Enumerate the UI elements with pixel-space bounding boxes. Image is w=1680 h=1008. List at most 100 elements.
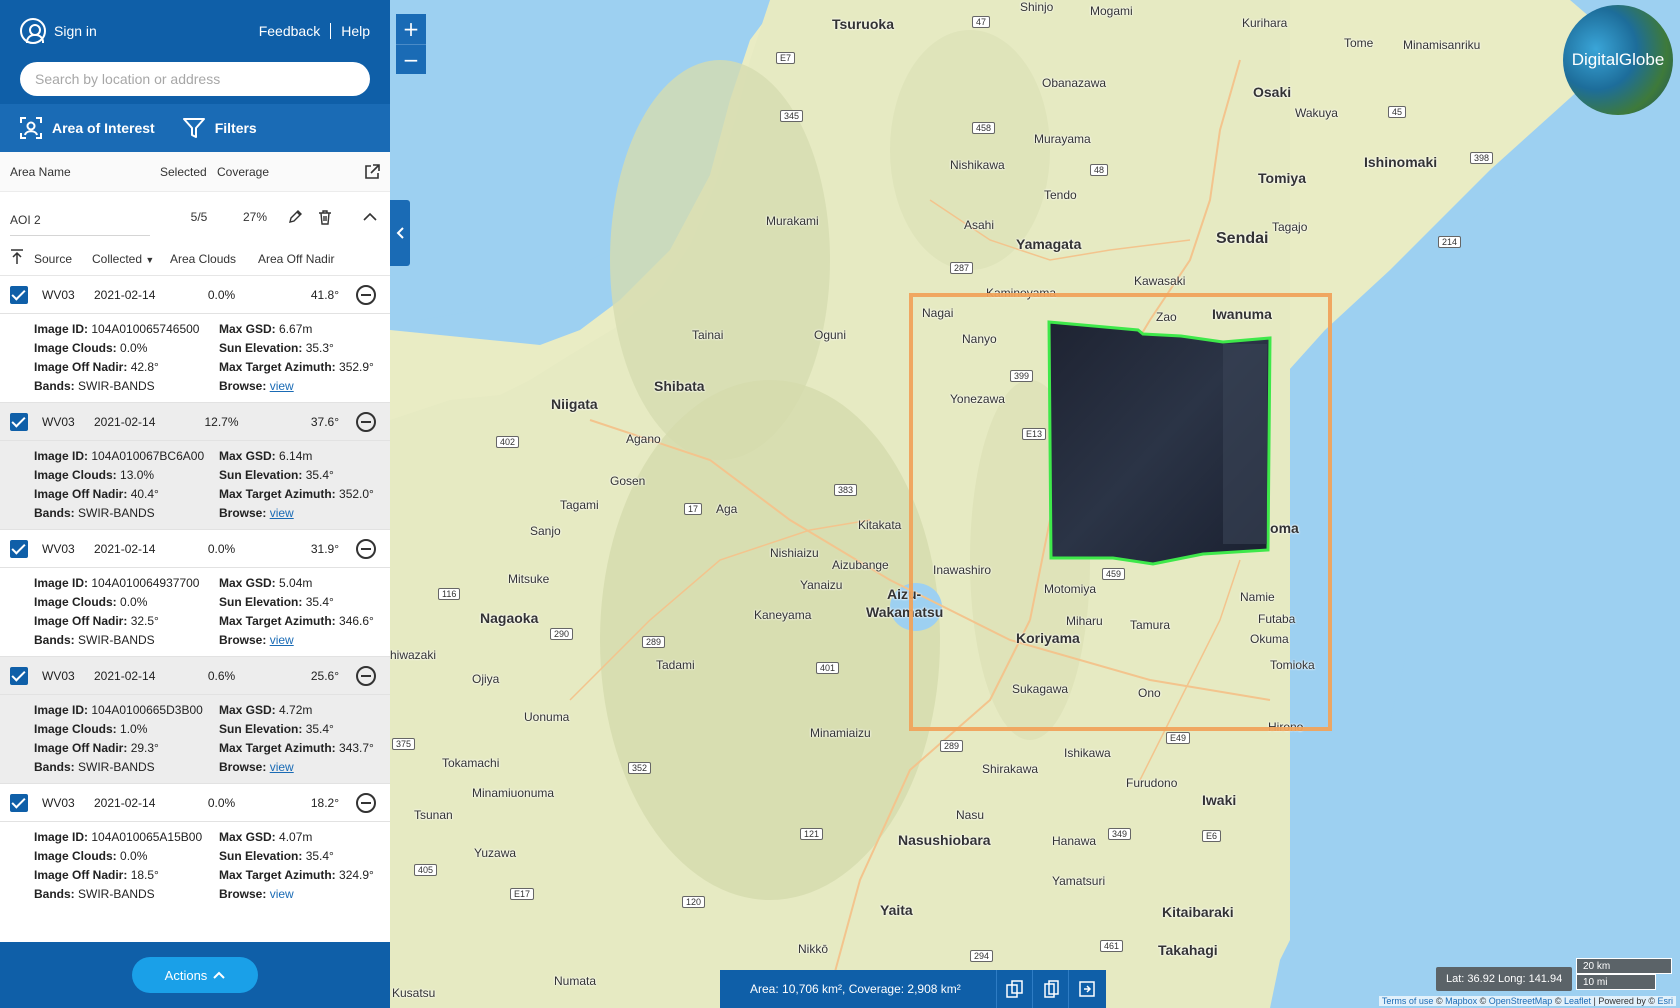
filter-icon [182,118,205,138]
place-label: Nagaoka [480,610,539,626]
trash-icon[interactable] [310,209,340,225]
place-label: Wakuya [1295,106,1338,120]
export-icon[interactable] [1068,970,1104,1008]
chevron-up-icon[interactable] [360,212,380,222]
chevron-up-icon [213,971,226,979]
place-label: Nikkō [798,942,829,956]
place-label: Shinjo [1020,0,1054,14]
terms-link[interactable]: Terms of use [1382,996,1434,1006]
aoi-row[interactable]: AOI 2 5/5 27% [0,192,390,242]
place-label: Ishinomaki [1364,154,1438,170]
off-nadir-header[interactable]: Area Off Nadir [258,252,358,266]
scene-source: WV03 [42,414,75,429]
route-shield: 375 [392,738,416,750]
place-label: Minamiuonuma [472,786,555,800]
detail-label: Sun Elevation: [219,722,303,736]
route-shield: 402 [496,436,520,448]
scene-row[interactable]: WV03 2021-02-14 0.6% 25.6° [0,657,390,695]
route-shield: 405 [414,864,438,876]
area-of-interest-button[interactable]: Area of Interest [20,117,155,139]
detail-label: Bands: [34,760,75,774]
place-label: Ishikawa [1064,746,1111,760]
bands: SWIR-BANDS [78,887,155,898]
scene-checkbox[interactable] [10,539,28,558]
scene-checkbox[interactable] [10,412,28,431]
search-input[interactable] [20,62,370,96]
place-label: Tsuruoka [832,16,894,32]
edit-icon[interactable] [280,209,310,225]
sort-top-icon[interactable] [10,249,34,268]
mapbox-link[interactable]: Mapbox [1445,996,1477,1006]
target-azimuth: 352.0° [339,487,374,501]
feedback-link[interactable]: Feedback [259,23,320,39]
scene-list[interactable]: WV03 2021-02-14 0.0% 41.8° Image ID: 104… [0,276,390,898]
detail-label: Image Clouds: [34,722,117,736]
scene-source: WV03 [42,541,75,556]
coverage-header: Coverage [217,164,270,179]
place-label: Kawasaki [1134,274,1186,288]
osm-link[interactable]: OpenStreetMap [1489,996,1553,1006]
open-external-icon[interactable] [364,163,380,180]
browse-link[interactable]: view [270,633,294,647]
detail-label: Max Target Azimuth: [219,868,336,882]
scene-checkbox[interactable] [10,666,28,685]
browse-link[interactable]: view [270,506,294,520]
esri-link[interactable]: Esri [1658,996,1674,1006]
image-footprint[interactable] [1043,320,1273,566]
remove-icon[interactable] [356,284,376,305]
route-shield: 121 [800,828,824,840]
scene-checkbox[interactable] [10,793,28,812]
bands: SWIR-BANDS [78,506,155,520]
route-shield: E17 [510,888,535,900]
browse-link[interactable]: view [270,379,294,393]
scene-checkbox[interactable] [10,285,28,304]
browse-link[interactable]: view [270,760,294,774]
scene-item: WV03 2021-02-14 0.0% 41.8° Image ID: 104… [0,276,390,403]
detail-label: Browse: [219,506,267,520]
detail-label: Max Target Azimuth: [219,360,336,374]
place-label: Minamisanriku [1403,38,1481,52]
detail-label: Sun Elevation: [219,849,303,863]
aoi-name[interactable]: AOI 2 [10,213,150,236]
image-id: 104A010065746500 [91,322,200,336]
collected-header[interactable]: Collected ▼ [92,252,170,266]
clouds-header[interactable]: Area Clouds [170,252,258,266]
divider [330,23,332,39]
scene-row[interactable]: WV03 2021-02-14 0.0% 31.9° [0,530,390,568]
detail-label: Max GSD: [219,576,276,590]
actions-button[interactable]: Actions [132,957,258,993]
max-gsd: 4.07m [279,830,313,844]
signin-button[interactable]: Sign in [20,18,97,44]
aoi-coverage: 27% [242,210,268,224]
scene-item: WV03 2021-02-14 12.7% 37.6° Image ID: 10… [0,403,390,530]
scale-mi: 10 mi [1576,974,1656,990]
detail-label: Bands: [34,887,75,898]
remove-icon[interactable] [356,411,376,432]
bands: SWIR-BANDS [78,379,155,393]
detail-label: Max GSD: [219,830,276,844]
remove-icon[interactable] [356,792,376,813]
detail-label: Bands: [34,633,75,647]
zoom-out-button[interactable]: − [396,44,426,74]
route-shield: E6 [1202,830,1222,842]
scene-details: Image ID: 104A010067BC6A00 Max GSD: 6.14… [0,441,390,529]
browse-link[interactable]: view [270,887,294,898]
filters-button[interactable]: Filters [182,117,257,139]
detail-label: Image ID: [34,322,89,336]
remove-icon[interactable] [356,538,376,559]
detail-label: Image Off Nadir: [34,360,128,374]
remove-icon[interactable] [356,665,376,686]
powered-text: Powered by [1598,996,1646,1006]
scene-row[interactable]: WV03 2021-02-14 0.0% 41.8° [0,276,390,314]
scene-row[interactable]: WV03 2021-02-14 0.0% 18.2° [0,784,390,822]
layers-icon[interactable] [1032,970,1068,1008]
zoom-in-button[interactable]: + [396,14,426,44]
sun-elevation: 35.4° [305,722,334,736]
detail-label: Image Off Nadir: [34,487,128,501]
scene-row[interactable]: WV03 2021-02-14 12.7% 37.6° [0,403,390,441]
source-header[interactable]: Source [34,252,92,266]
collapse-sidebar-button[interactable] [390,200,410,266]
help-link[interactable]: Help [341,23,370,39]
copy-icon[interactable] [996,970,1032,1008]
leaflet-link[interactable]: Leaflet [1564,996,1591,1006]
